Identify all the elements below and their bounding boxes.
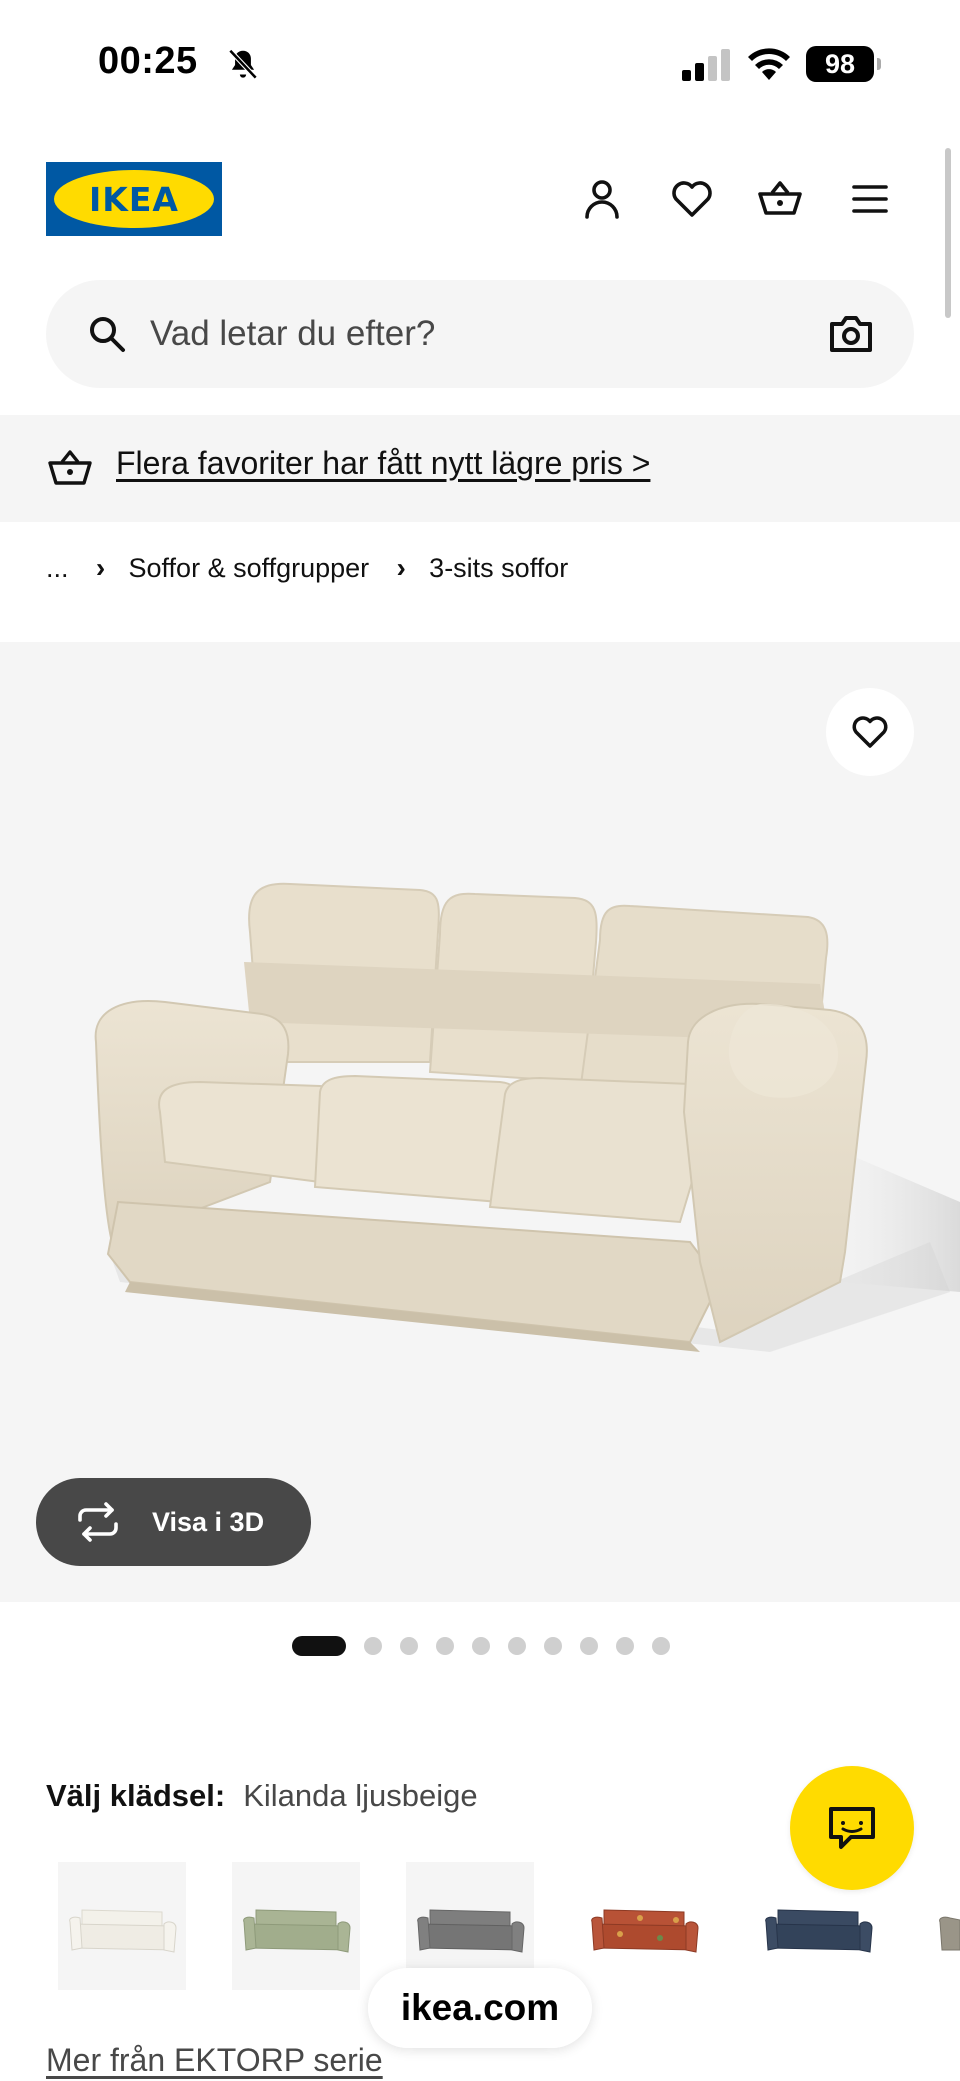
camera-icon[interactable]	[828, 312, 874, 356]
status-bar: 00:25 98	[0, 0, 960, 130]
ikea-logo[interactable]: IKEA	[46, 162, 222, 236]
carousel-dot[interactable]	[580, 1637, 598, 1655]
carousel-dot[interactable]	[652, 1637, 670, 1655]
more-from-series-link[interactable]: Mer från EKTORP serie	[46, 2042, 383, 2079]
promo-banner[interactable]: Flera favoriter har fått nytt lägre pris…	[0, 415, 960, 522]
carousel-dot[interactable]	[436, 1637, 454, 1655]
shopping-bag-icon[interactable]	[756, 175, 804, 223]
product-image[interactable]	[0, 642, 960, 1602]
rotate-3d-icon	[78, 1502, 118, 1542]
swatch-green-sofa[interactable]	[232, 1862, 360, 1990]
green-sofa-thumbnail	[243, 1909, 351, 1953]
white-sofa-thumbnail	[69, 1909, 177, 1953]
carousel-dot[interactable]	[508, 1637, 526, 1655]
swatch-white-sofa[interactable]	[58, 1862, 186, 1990]
menu-icon[interactable]	[846, 175, 894, 223]
heart-icon	[852, 716, 888, 748]
favorite-button[interactable]	[826, 688, 914, 776]
cellular-signal-icon	[682, 49, 730, 81]
promo-link[interactable]: Flera favoriter har fått nytt lägre pris…	[116, 445, 650, 482]
variant-selected-value: Kilanda ljusbeige	[243, 1778, 478, 1813]
carousel-dot-active[interactable]	[292, 1636, 346, 1656]
sofa-image	[94, 882, 960, 1352]
chat-button[interactable]	[790, 1766, 914, 1890]
carousel-dot[interactable]	[400, 1637, 418, 1655]
breadcrumb-item-sofas[interactable]: Soffor & soffgrupper	[129, 553, 370, 584]
shopping-bag-icon	[48, 450, 92, 485]
variant-header: Välj klädsel: Kilanda ljusbeige	[46, 1778, 478, 1814]
swatch-floral-red-sofa[interactable]	[580, 1862, 708, 1990]
logo-oval: IKEA	[54, 170, 214, 228]
heart-icon[interactable]	[668, 175, 716, 223]
battery-icon: 98	[806, 46, 881, 82]
carousel-dot[interactable]	[544, 1637, 562, 1655]
page-scrollbar[interactable]	[945, 148, 951, 318]
floral-sofa-thumbnail	[591, 1909, 699, 1953]
chevron-right-icon: ›	[95, 552, 106, 583]
variant-label: Välj klädsel:	[46, 1778, 226, 1813]
browser-url-pill[interactable]: ikea.com	[368, 1968, 592, 2048]
chevron-right-icon: ›	[396, 552, 406, 583]
user-icon[interactable]	[578, 175, 626, 223]
search-input[interactable]	[150, 308, 790, 360]
striped-sofa-thumbnail	[939, 1916, 960, 1951]
carousel-dot[interactable]	[364, 1637, 382, 1655]
status-time: 00:25	[98, 40, 198, 82]
carousel-dot[interactable]	[616, 1637, 634, 1655]
search-icon	[90, 317, 125, 352]
swatch-striped-sofa[interactable]	[928, 1862, 960, 1990]
wifi-icon	[748, 48, 790, 80]
breadcrumb: ... › Soffor & soffgrupper › 3-sits soff…	[46, 550, 568, 586]
view-in-3d-label: Visa i 3D	[152, 1506, 265, 1537]
view-in-3d-button[interactable]: Visa i 3D	[36, 1478, 311, 1566]
bell-slash-icon	[228, 49, 258, 80]
logo-text: IKEA	[89, 179, 179, 219]
breadcrumb-ellipsis[interactable]: ...	[46, 553, 69, 584]
search-bar[interactable]	[46, 280, 914, 388]
chat-icon	[829, 1807, 875, 1849]
carousel-dot[interactable]	[472, 1637, 490, 1655]
carousel-dots	[292, 1636, 688, 1656]
breadcrumb-item-3-seat-sofas[interactable]: 3-sits soffor	[429, 553, 568, 584]
